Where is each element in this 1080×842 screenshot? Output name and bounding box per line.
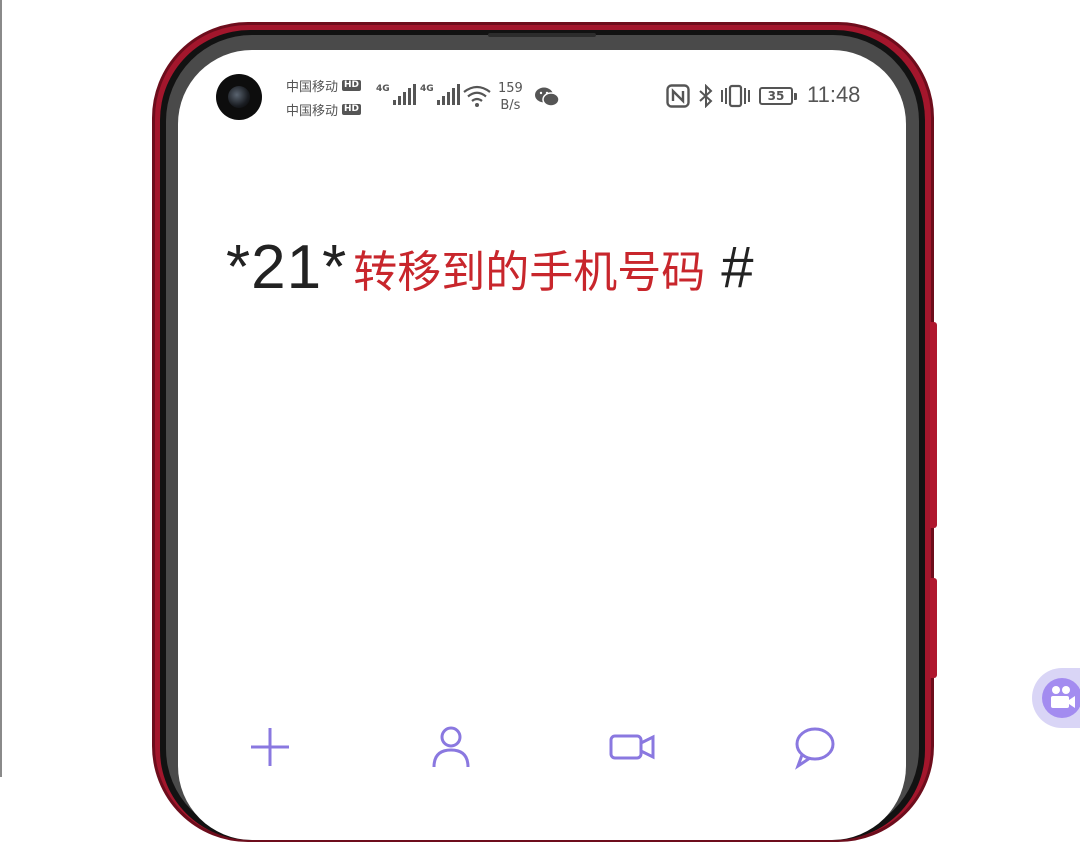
nfc-icon [666, 84, 690, 112]
dial-suffix-code: # [721, 235, 754, 300]
network-speed: 159 B/s [498, 80, 523, 114]
earpiece-speaker [488, 33, 596, 37]
network-speed-value: 159 [498, 81, 523, 96]
signal-icon: 4G [376, 84, 416, 105]
target-number-placeholder: 转移到的手机号码 [353, 246, 706, 298]
dial-input-display[interactable]: *21* 转移到的手机号码 # [226, 232, 753, 303]
dial-prefix-code: *21* [226, 233, 348, 302]
power-button [930, 578, 937, 678]
carrier-1-label: 中国移动 [286, 80, 339, 95]
carrier-1: 中国移动 HD [286, 76, 362, 95]
carrier-2-label: 中国移动 [286, 104, 339, 119]
hd-badge: HD [342, 80, 362, 91]
add-icon[interactable] [245, 722, 295, 772]
network-type-label: 4G [376, 84, 390, 94]
video-camera-icon [1042, 678, 1080, 718]
network-type-label: 4G [420, 84, 434, 94]
volume-button [930, 322, 937, 528]
front-camera-cutout [216, 74, 262, 120]
message-icon[interactable] [789, 722, 839, 772]
hd-badge: HD [342, 104, 362, 115]
status-time: 11:48 [807, 82, 861, 107]
network-speed-unit: B/s [500, 98, 521, 113]
window-edge [0, 0, 2, 777]
vibrate-icon [719, 84, 751, 112]
wechat-icon [534, 86, 560, 112]
signal-icon: 4G [420, 84, 460, 105]
battery-icon: 35 [759, 87, 797, 105]
contact-icon[interactable] [426, 722, 476, 772]
carrier-2: 中国移动 HD [286, 100, 362, 119]
video-call-icon[interactable] [607, 722, 657, 772]
floating-video-button[interactable] [1032, 668, 1080, 728]
wifi-icon [462, 84, 492, 112]
bluetooth-icon [697, 83, 715, 112]
